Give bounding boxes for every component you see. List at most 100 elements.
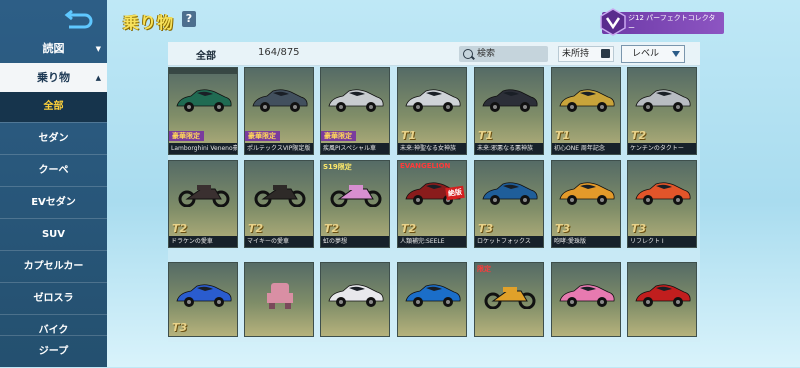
collection-count: 164/875 bbox=[258, 47, 300, 58]
checkbox-icon bbox=[601, 49, 610, 58]
vehicle-card[interactable]: T1 未来:邪悪なる悪神族 bbox=[474, 67, 544, 155]
sidebar-item-coupe[interactable]: クーペ bbox=[0, 154, 107, 186]
tier-label: T2 bbox=[401, 222, 417, 235]
vehicle-card[interactable] bbox=[320, 262, 390, 337]
vehicle-card[interactable] bbox=[397, 262, 467, 337]
vehicle-name: ロケットフォックス bbox=[475, 236, 543, 247]
tier-label: T2 bbox=[631, 129, 647, 142]
tier-label: T3 bbox=[478, 222, 494, 235]
chevron-down-icon: ▼ bbox=[95, 45, 101, 53]
sidebar-item-capsule-car[interactable]: カプセルカー bbox=[0, 250, 107, 282]
search-icon bbox=[463, 49, 473, 59]
back-icon[interactable] bbox=[63, 9, 93, 33]
car-icon bbox=[176, 284, 232, 307]
category-vehicles[interactable]: 乗り物 ▲ bbox=[0, 63, 107, 93]
tier-label: T3 bbox=[631, 222, 647, 235]
vehicle-card[interactable]: T2 マイキーの愛車 bbox=[244, 160, 314, 248]
tier-label: T2 bbox=[248, 222, 264, 235]
tier-label: T3 bbox=[555, 222, 571, 235]
sidebar-item-suv[interactable]: SUV bbox=[0, 218, 107, 250]
chevron-down-icon bbox=[672, 51, 680, 57]
vehicle-card[interactable]: EVANGELION 絶版 T2 人類補完:SEELE bbox=[397, 160, 467, 248]
sort-dropdown[interactable]: レベル bbox=[621, 45, 685, 63]
discontinued-badge: 絶版 bbox=[445, 185, 465, 201]
vehicle-card[interactable]: T3 咆哮:愛珠版 bbox=[551, 160, 621, 248]
vehicle-name: 虹の夢想 bbox=[321, 236, 389, 247]
motorcycle-icon bbox=[484, 287, 536, 309]
vehicle-name: 咆哮:愛珠版 bbox=[552, 236, 620, 247]
motorcycle-icon bbox=[330, 185, 382, 207]
vehicle-card[interactable]: T1 未来:神聖なる女神族 bbox=[397, 67, 467, 155]
unowned-filter-toggle[interactable]: 未所持 bbox=[558, 46, 614, 62]
vehicle-card[interactable]: T3 bbox=[168, 262, 238, 337]
vehicle-card[interactable]: 豪華限定ポルテックスVIP限定版 bbox=[244, 67, 314, 155]
sidebar-item-jeep[interactable]: ジープ bbox=[0, 335, 107, 367]
sidebar-item-sedan[interactable]: セダン bbox=[0, 122, 107, 154]
sidebar-item-all[interactable]: 全部 bbox=[0, 92, 107, 122]
card-logo: EVANGELION bbox=[400, 162, 451, 170]
deluxe-limited-badge: 豪華限定 bbox=[169, 131, 204, 141]
sort-label: レベル bbox=[632, 49, 660, 59]
robot-icon bbox=[267, 283, 293, 309]
vehicle-name: 疾風PIスペシャル車 bbox=[321, 143, 389, 154]
vehicle-card[interactable]: T2 ケンチンのタクトー bbox=[627, 67, 697, 155]
vehicle-name: ケンチンのタクトー bbox=[628, 143, 696, 154]
deluxe-limited-badge: 豪華限定 bbox=[321, 131, 356, 141]
unowned-label: 未所持 bbox=[562, 49, 590, 59]
car-icon bbox=[252, 89, 308, 112]
car-icon bbox=[482, 89, 538, 112]
vehicle-name: マイキーの愛車 bbox=[245, 236, 313, 247]
tier-label: T1 bbox=[555, 129, 571, 142]
vehicle-card[interactable]: T2 ドラケンの愛車 bbox=[168, 160, 238, 248]
sidebar-item-zerosura[interactable]: ゼロスラ bbox=[0, 282, 107, 314]
car-icon bbox=[328, 89, 384, 112]
motorcycle-icon bbox=[178, 185, 230, 207]
tier-label: T2 bbox=[172, 222, 188, 235]
help-button[interactable]: ? bbox=[182, 11, 196, 27]
vehicle-card[interactable]: 限定 bbox=[474, 262, 544, 337]
vehicle-card[interactable]: S19限定 T2 虹の夢想 bbox=[320, 160, 390, 248]
vehicle-card[interactable]: T3 ロケットフォックス bbox=[474, 160, 544, 248]
vehicle-name: リフレクト Ⅰ bbox=[628, 236, 696, 247]
vehicle-name: ポルテックスVIP限定版 bbox=[245, 143, 313, 154]
tier-label: T3 bbox=[172, 321, 188, 334]
car-icon bbox=[635, 89, 691, 112]
vehicle-card[interactable] bbox=[244, 262, 314, 337]
car-icon bbox=[635, 284, 691, 307]
tier-label: T2 bbox=[324, 222, 340, 235]
vehicle-name: Lamborghini Veneno豪華限定 bbox=[169, 143, 237, 154]
vehicle-name: 初心ONE 周年記念 bbox=[552, 143, 620, 154]
deluxe-limited-badge: 豪華限定 bbox=[245, 131, 280, 141]
card-top-band bbox=[169, 68, 237, 74]
banner-text: ジ12 パーフェクトコレクター bbox=[628, 14, 716, 32]
tier-label: T1 bbox=[478, 129, 494, 142]
car-icon bbox=[559, 182, 615, 205]
car-icon bbox=[559, 89, 615, 112]
car-icon bbox=[559, 284, 615, 307]
vehicle-card[interactable] bbox=[627, 262, 697, 337]
tab-all[interactable]: 全部 bbox=[196, 47, 216, 62]
car-icon bbox=[405, 89, 461, 112]
vehicle-card[interactable] bbox=[551, 262, 621, 337]
tier-label: T1 bbox=[401, 129, 417, 142]
vehicle-card[interactable]: T3 リフレクト Ⅰ bbox=[627, 160, 697, 248]
vehicle-card[interactable]: T1 初心ONE 周年記念 bbox=[551, 67, 621, 155]
card-logo: 限定 bbox=[477, 265, 491, 273]
vehicle-name: 未来:神聖なる女神族 bbox=[398, 143, 466, 154]
vehicle-name: ドラケンの愛車 bbox=[169, 236, 237, 247]
vehicle-name: 人類補完:SEELE bbox=[398, 236, 466, 247]
category-label: 乗り物 bbox=[37, 71, 70, 84]
vehicle-card[interactable]: 豪華限定 Lamborghini Veneno豪華限定 bbox=[168, 67, 238, 155]
card-logo: S19限定 bbox=[323, 163, 352, 171]
car-icon bbox=[176, 89, 232, 112]
vehicle-card[interactable]: 豪華限定疾風PIスペシャル車 bbox=[320, 67, 390, 155]
chevron-up-icon: ▲ bbox=[95, 74, 101, 82]
page-title: 乗り物 bbox=[123, 13, 175, 32]
car-icon bbox=[405, 284, 461, 307]
category-collection[interactable]: 読図 ▼ bbox=[0, 34, 107, 64]
crown-emblem-icon bbox=[600, 8, 626, 36]
vehicle-name: 未来:邪悪なる悪神族 bbox=[475, 143, 543, 154]
car-icon bbox=[328, 284, 384, 307]
sidebar-item-ev-sedan[interactable]: EVセダン bbox=[0, 186, 107, 218]
motorcycle-icon bbox=[254, 185, 306, 207]
